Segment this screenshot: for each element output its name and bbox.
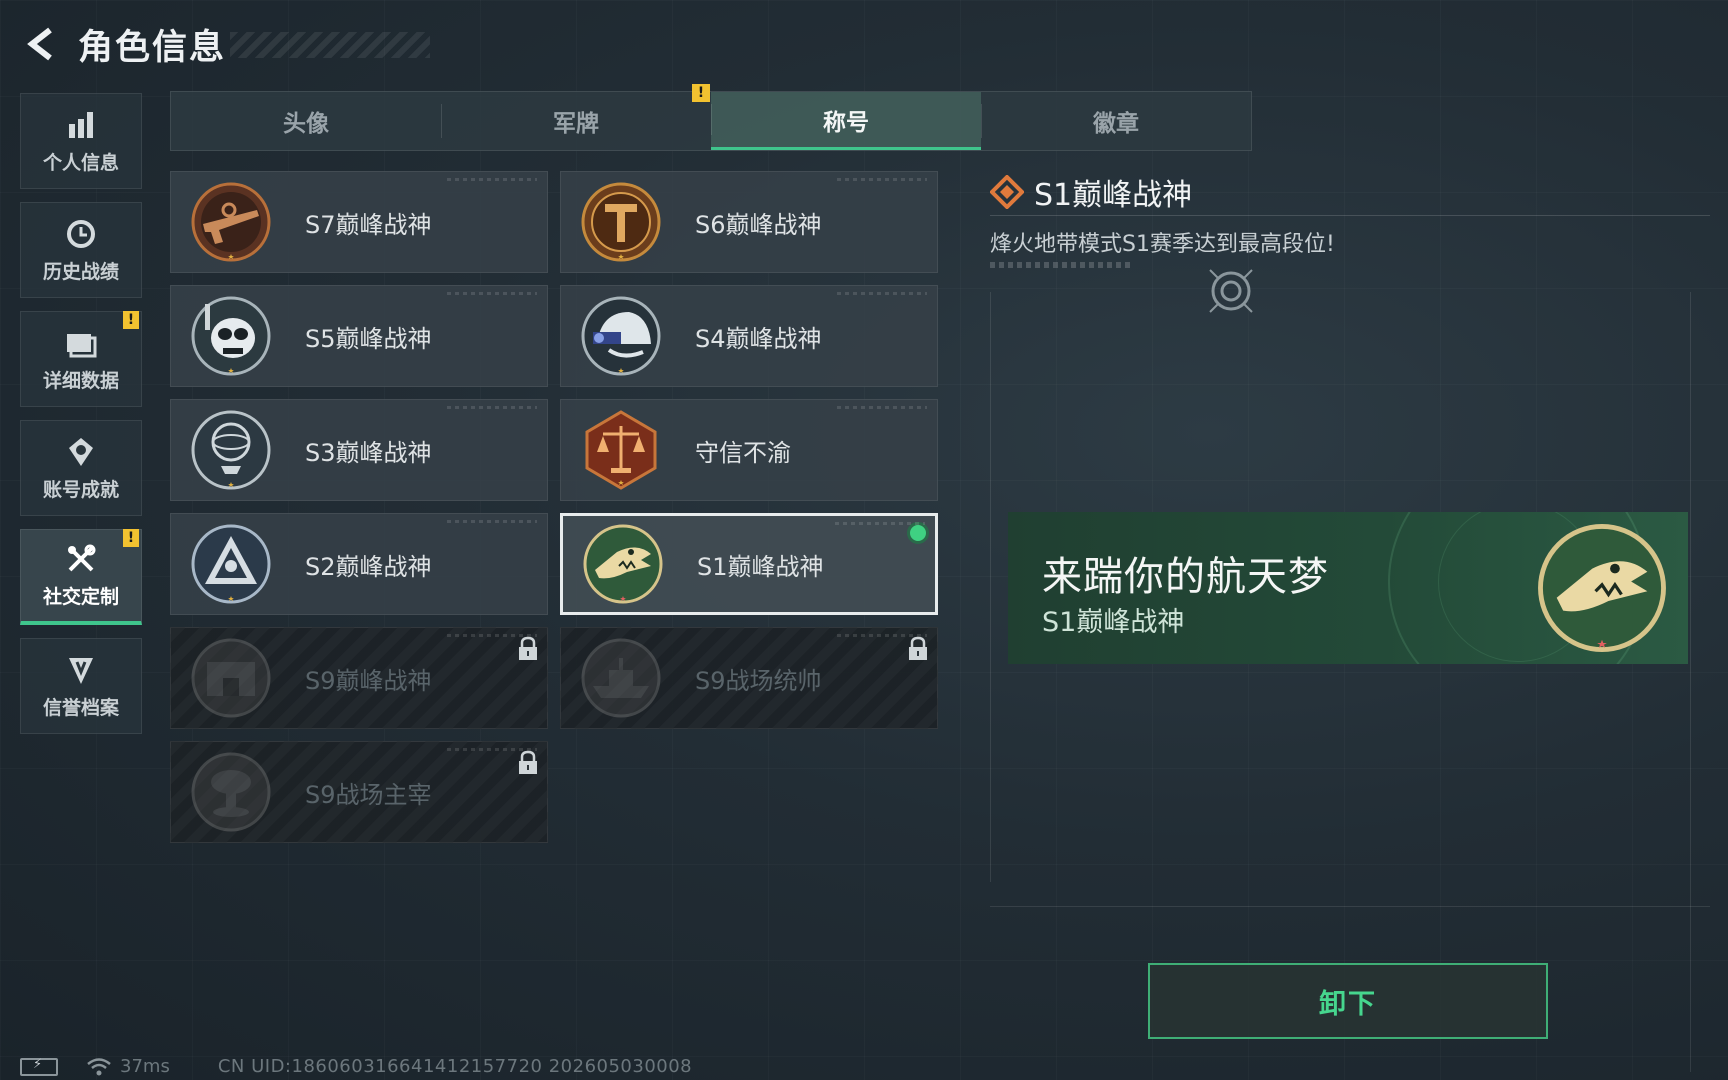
unequip-button-label: 卸下 (1319, 988, 1377, 1020)
title-card[interactable]: S6巅峰战神 (560, 171, 938, 273)
sidebar-item-label: 社交定制 (42, 586, 119, 608)
tools-wrench-icon (64, 542, 98, 576)
title-card-label: S3巅峰战神 (305, 438, 432, 467)
title-card-label: S4巅峰战神 (695, 324, 822, 353)
title-decoration (230, 32, 430, 58)
sidebar-item-label: 个人信息 (42, 151, 119, 174)
title-card[interactable]: S2巅峰战神 (170, 513, 548, 615)
status-footer: 37ms CN UID:1860603166414121577​20 20260… (20, 1056, 692, 1077)
title-preview-banner: 来踹你的航天梦 S1巅峰战神 (1008, 512, 1688, 664)
title-card-locked[interactable]: S9战场统帅 (560, 627, 938, 729)
description-decoration (990, 262, 1130, 268)
detail-header: S1巅峰战神 (990, 170, 1192, 214)
tab-badge[interactable]: 徽章 (981, 92, 1251, 150)
folder-icon (64, 326, 98, 360)
title-card[interactable]: S7巅峰战神 (170, 171, 548, 273)
sidebar-item-detailed-data[interactable]: ! 详细数据 (20, 311, 142, 407)
sidebar-item-label: 历史战绩 (42, 260, 119, 283)
wifi-icon (87, 1057, 111, 1075)
title-card-label: 守信不渝 (695, 438, 791, 467)
preview-player-name: 来踹你的航天梦 (1042, 554, 1329, 600)
bar-chart-icon (64, 108, 98, 142)
reputation-shield-icon (64, 653, 98, 687)
title-card-locked[interactable]: S9巅峰战神 (170, 627, 548, 729)
page-header: 角色信息 (20, 20, 430, 68)
lock-icon (909, 636, 927, 660)
sidebar-item-personal-info[interactable]: 个人信息 (20, 93, 142, 189)
sidebar-item-history[interactable]: 历史战绩 (20, 202, 142, 298)
equipped-indicator (907, 522, 929, 544)
title-card-selected[interactable]: S1巅峰战神 (560, 513, 938, 615)
title-card-label: S9战场统帅 (695, 666, 822, 695)
back-button[interactable] (20, 22, 64, 66)
user-id-readout: CN UID:1860603166414121577​20 2026050300… (217, 1056, 693, 1077)
tab-avatar[interactable]: 头像 (171, 92, 441, 150)
scales-of-justice-emblem (579, 408, 663, 492)
unequip-button[interactable]: 卸下 (1148, 963, 1548, 1039)
title-card[interactable]: 守信不渝 (560, 399, 938, 501)
title-card-locked[interactable]: S9战场主宰 (170, 741, 548, 843)
sidebar-item-label: 信誉档案 (42, 696, 119, 719)
lock-icon (519, 636, 537, 660)
divider (990, 215, 1710, 216)
preview-title-text: S1巅峰战神 (1042, 607, 1185, 638)
diamond-rank-icon (990, 175, 1024, 209)
title-card[interactable]: S4巅峰战神 (560, 285, 938, 387)
sidebar-item-achievements[interactable]: 账号成就 (20, 420, 142, 516)
history-clock-icon (64, 217, 98, 251)
warning-badge: ! (123, 311, 139, 329)
title-card-label: S1巅峰战神 (697, 552, 824, 581)
triangle-skull-emblem (189, 522, 273, 606)
sidebar-item-reputation[interactable]: 信誉档案 (20, 638, 142, 734)
category-tabs: 头像 军牌 称号 徽章 (170, 91, 1252, 151)
sidebar-item-social-customize[interactable]: ! 社交定制 (20, 529, 142, 625)
detail-title: S1巅峰战神 (1034, 178, 1193, 213)
fortress-emblem (189, 636, 273, 720)
warship-emblem (579, 636, 663, 720)
back-arrow-icon (27, 27, 52, 61)
tab-title[interactable]: 称号 (711, 92, 981, 150)
sidebar-item-label: 详细数据 (42, 369, 119, 392)
detail-description: 烽火地带模式S1赛季达到最高段位! (990, 232, 1335, 257)
night-vision-helmet-emblem (579, 294, 663, 378)
title-card-label: S7巅峰战神 (305, 210, 432, 239)
warning-badge: ! (123, 529, 139, 547)
battery-icon (20, 1057, 58, 1076)
crocodile-emblem (581, 522, 665, 606)
frame-line (1690, 292, 1691, 1072)
tab-dog-tag[interactable]: 军牌 (441, 92, 711, 150)
title-grid: S7巅峰战神 S6巅峰战神 S5巅峰战神 S4巅峰战神 S3巅峰战神 守信不渝 (170, 171, 940, 843)
title-card-label: S5巅峰战神 (305, 324, 432, 353)
title-card-label: S9巅峰战神 (305, 666, 432, 695)
page-title: 角色信息 (78, 27, 227, 68)
achievement-medal-icon (64, 435, 98, 469)
diver-skull-emblem (189, 294, 273, 378)
title-card-label: S9战场主宰 (305, 780, 432, 809)
title-card[interactable]: S5巅峰战神 (170, 285, 548, 387)
sidebar-item-label: 账号成就 (42, 478, 119, 501)
frame-line (990, 906, 1710, 907)
title-card[interactable]: S3巅峰战神 (170, 399, 548, 501)
mushroom-cloud-emblem (189, 750, 273, 834)
crocodile-emblem-large (1538, 524, 1666, 652)
target-reticle-icon (1209, 269, 1253, 313)
sidebar: 个人信息 历史战绩 ! 详细数据 账号成就 ! 社交定制 信誉档案 (20, 93, 144, 747)
warning-badge: ! (692, 84, 710, 102)
lock-icon (519, 750, 537, 774)
frame-line (990, 292, 991, 882)
globe-skull-emblem (189, 408, 273, 492)
title-card-label: S6巅峰战神 (695, 210, 822, 239)
title-card-label: S2巅峰战神 (305, 552, 432, 581)
bronze-rifle-emblem (189, 180, 273, 264)
ping-readout: 37ms (120, 1056, 170, 1077)
bronze-t-shield-emblem (579, 180, 663, 264)
